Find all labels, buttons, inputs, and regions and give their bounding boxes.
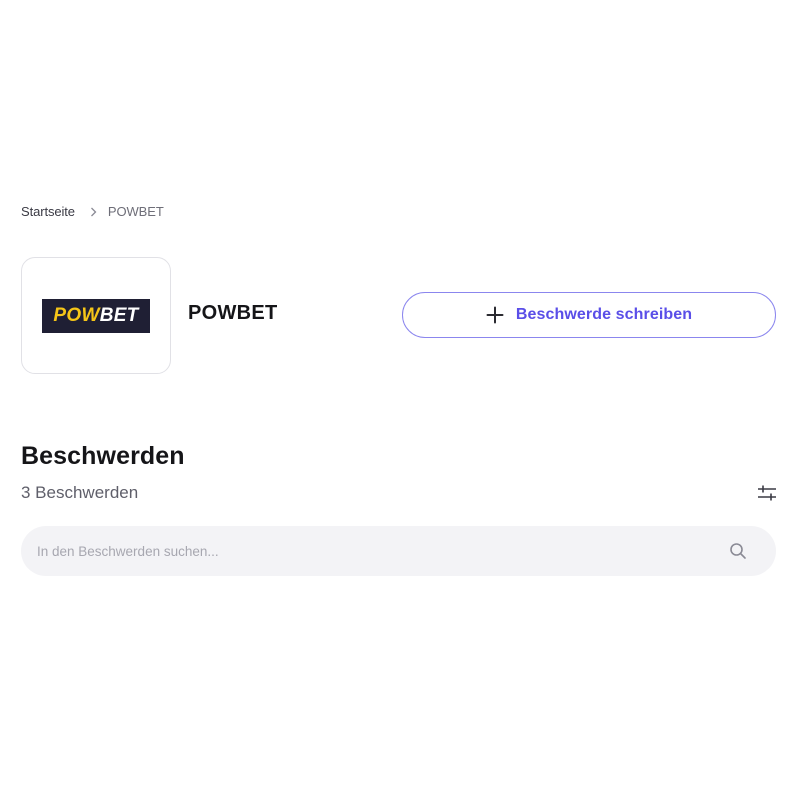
brand-logo: POW BET bbox=[42, 298, 150, 333]
breadcrumb-current: POWBET bbox=[107, 204, 164, 219]
plus-icon bbox=[486, 306, 504, 324]
search-input[interactable] bbox=[37, 526, 717, 576]
chevron-right-icon bbox=[90, 207, 97, 217]
breadcrumb: Startseite POWBET bbox=[21, 204, 164, 219]
write-complaint-button[interactable]: Beschwerde schreiben bbox=[402, 292, 776, 338]
search-bar bbox=[21, 526, 776, 576]
filter-sliders-icon[interactable] bbox=[756, 482, 778, 504]
page: Startseite POWBET POW BET POWBET Beschwer… bbox=[0, 0, 798, 798]
brand-logo-main-text: BET bbox=[99, 304, 139, 326]
brand-logo-accent-text: POW bbox=[53, 304, 100, 326]
complaints-count: 3 Beschwerden bbox=[21, 483, 139, 502]
brand-name: POWBET bbox=[188, 302, 278, 324]
complaints-title: Beschwerden bbox=[21, 442, 185, 470]
write-complaint-label: Beschwerde schreiben bbox=[515, 306, 693, 323]
search-icon[interactable] bbox=[728, 541, 748, 561]
breadcrumb-home-link[interactable]: Startseite bbox=[21, 204, 75, 219]
brand-logo-card: POW BET bbox=[21, 257, 171, 374]
